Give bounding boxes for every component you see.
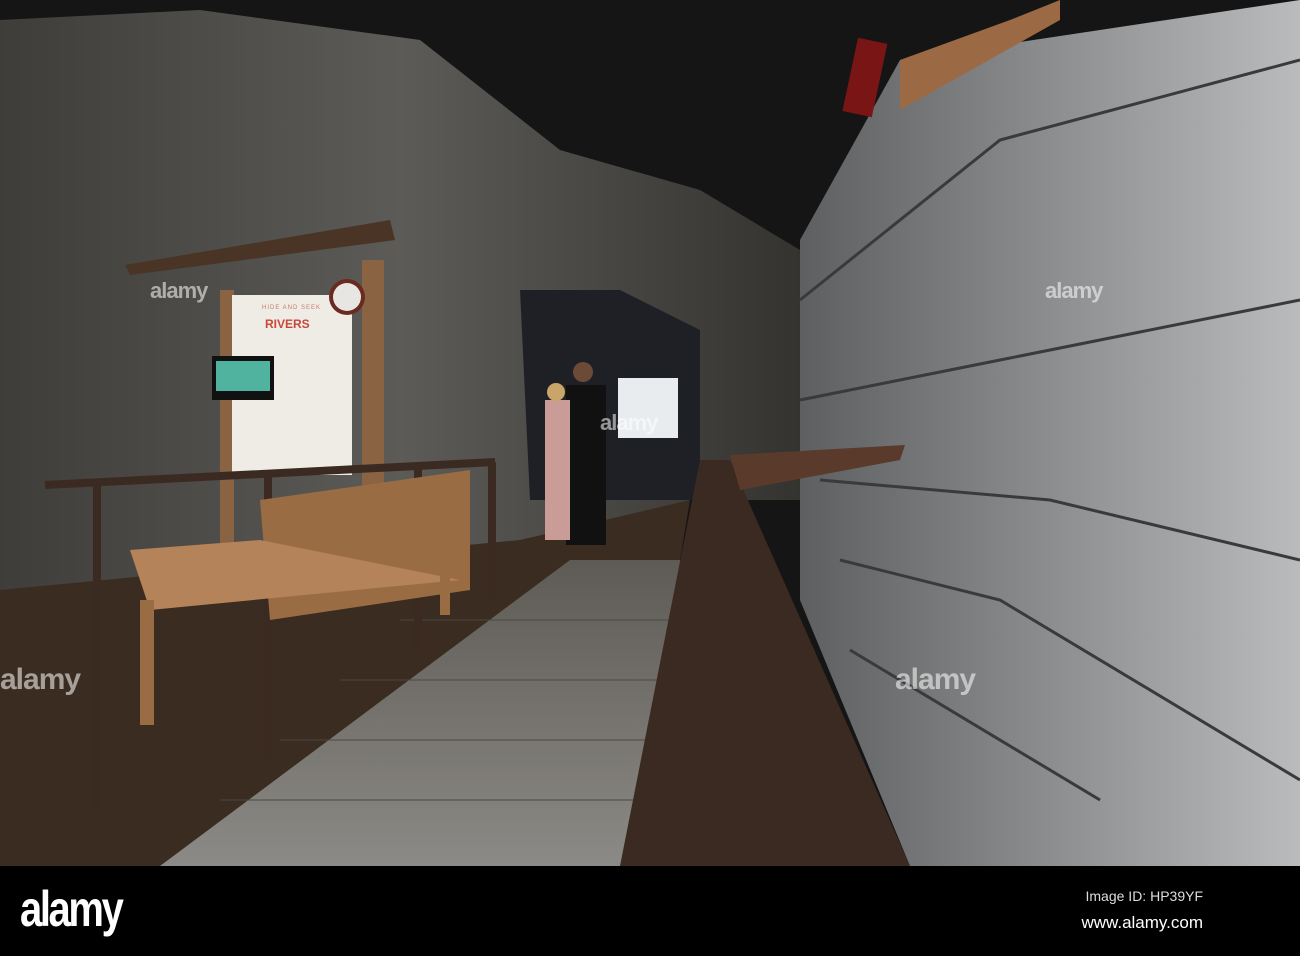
- visitors: [545, 362, 606, 545]
- sign-subtitle: HIDE AND SEEK: [262, 305, 322, 311]
- website-url: www.alamy.com: [1081, 913, 1203, 932]
- watermark: alamy: [1045, 278, 1103, 303]
- watermark: alamy: [150, 278, 208, 303]
- image-id: Image ID: HP39YF: [1085, 888, 1204, 904]
- sign-title: RIVERS: [265, 317, 310, 331]
- watermark: alamy: [0, 663, 81, 696]
- post: [220, 290, 234, 570]
- watermark: alamy: [600, 410, 658, 435]
- footer-bar: alamy Image ID: HP39YF www.alamy.com: [0, 866, 1300, 956]
- stock-photo: HIDE AND SEEK RIVERS alamy alamy alamy a…: [0, 0, 1300, 956]
- alamy-logo: alamy: [20, 881, 124, 937]
- watermark: alamy: [895, 663, 976, 696]
